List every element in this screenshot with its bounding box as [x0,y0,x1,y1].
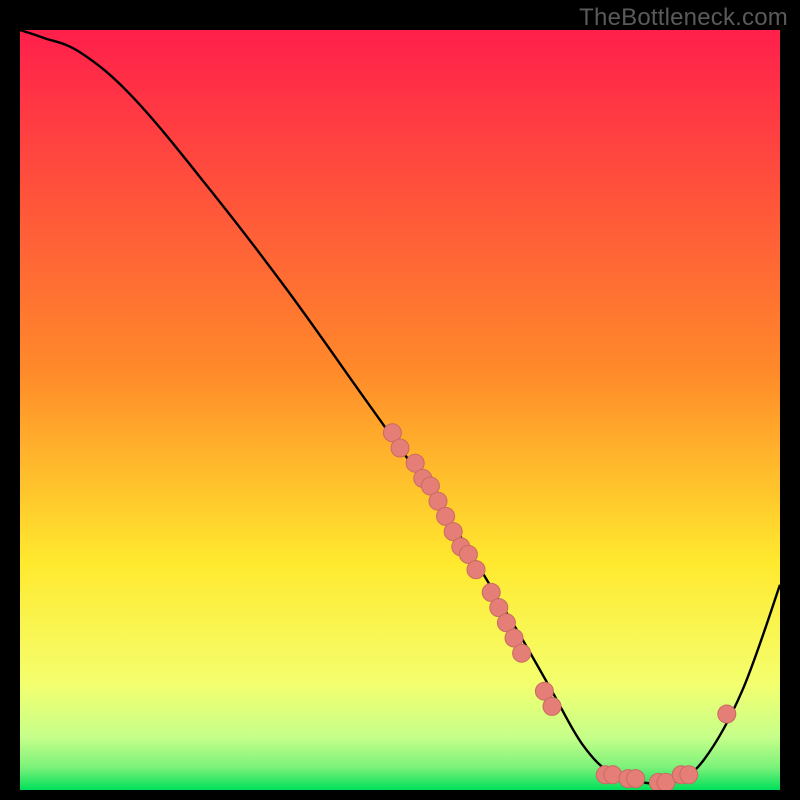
gradient-background [20,30,780,790]
data-dot [467,561,485,579]
data-dot [680,766,698,784]
data-dot [513,644,531,662]
watermark-text: TheBottleneck.com [579,4,788,32]
stage: TheBottleneck.com [0,0,800,800]
chart-svg [20,30,780,790]
chart-plot-area [20,30,780,790]
data-dot [627,770,645,788]
data-dot [391,439,409,457]
data-dot [543,697,561,715]
data-dot [718,705,736,723]
